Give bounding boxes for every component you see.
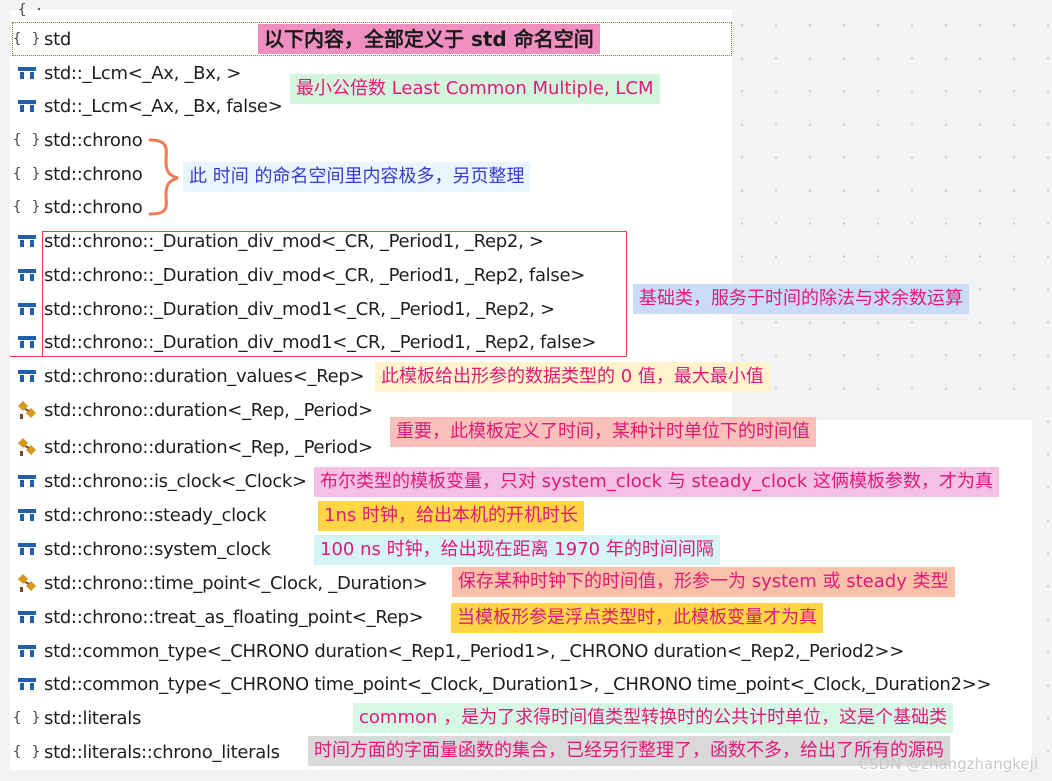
- tree-item[interactable]: { } std::chrono: [12, 190, 143, 224]
- note-time-point: 保存某种时钟下的时间值，形参一为 system 或 steady 类型: [452, 567, 955, 597]
- note-duration-values: 此模板给出形参的数据类型的 0 值，最大最小值: [375, 362, 770, 392]
- tree-item[interactable]: std::chrono::_Duration_div_mod<_CR, _Per…: [16, 258, 585, 292]
- tree-item[interactable]: std::_Lcm<_Ax, _Bx, false>: [16, 89, 283, 123]
- struct-icon: [16, 504, 38, 526]
- struct-icon: [16, 95, 38, 117]
- struct-icon: [16, 673, 38, 695]
- struct-icon: [16, 62, 38, 84]
- class-template-icon: [16, 572, 38, 594]
- tree-item-label: std::chrono::system_clock: [44, 538, 271, 560]
- note-duration-div-mod: 基础类，服务于时间的除法与求余数运算: [633, 284, 969, 314]
- tree-item-label: std::chrono::duration<_Rep, _Period>: [44, 436, 373, 458]
- namespace-icon: { }: [12, 199, 42, 215]
- tree-item[interactable]: std::chrono::is_clock<_Clock>: [16, 464, 307, 498]
- namespace-icon: { }: [12, 166, 42, 182]
- tree-item[interactable]: std::common_type<_CHRONO time_point<_Clo…: [16, 667, 992, 701]
- tree-item[interactable]: { } std::literals::chrono_literals: [12, 735, 280, 769]
- tree-item-label: std::chrono::treat_as_floating_point<_Re…: [44, 606, 424, 628]
- tree-item-label: std::chrono::steady_clock: [44, 504, 267, 526]
- tree-item-label: std::chrono: [44, 163, 143, 185]
- tree-item-label: std::chrono::_Duration_div_mod<_CR, _Per…: [44, 264, 586, 286]
- tree-item-label: std::common_type<_CHRONO duration<_Rep1,…: [44, 640, 904, 662]
- struct-icon: [16, 538, 38, 560]
- note-common-type: common ，是为了求得时间值类型转换时的公共计时单位，这是个基础类: [353, 703, 954, 733]
- tree-item-label: std::chrono::_Duration_div_mod1<_CR, _Pe…: [44, 331, 597, 353]
- struct-icon: [16, 230, 38, 252]
- tree-item[interactable]: std::chrono::treat_as_floating_point<_Re…: [16, 600, 424, 634]
- namespace-icon: { }: [12, 31, 42, 47]
- tree-item-label: std::chrono::is_clock<_Clock>: [44, 470, 307, 492]
- tree-item-label: std::chrono::duration<_Rep, _Period>: [44, 399, 373, 421]
- tree-item-label: std::chrono::_Duration_div_mod1<_CR, _Pe…: [44, 298, 555, 320]
- note-lcm: 最小公倍数 Least Common Multiple, LCM: [290, 74, 660, 104]
- struct-icon: [16, 365, 38, 387]
- tree-item[interactable]: { } std: [12, 22, 71, 56]
- tree-item-label: std::chrono: [44, 196, 143, 218]
- note-literals: 时间方面的字面量函数的集合，已经另行整理了，函数不多，给出了所有的源码: [308, 736, 950, 766]
- tree-item[interactable]: std::chrono::_Duration_div_mod1<_CR, _Pe…: [16, 292, 555, 326]
- tree-item[interactable]: { } std::chrono: [12, 157, 143, 191]
- namespace-icon: { }: [12, 710, 42, 726]
- tree-item-label: std::chrono: [44, 129, 143, 151]
- tree-item[interactable]: std::chrono::_Duration_div_mod<_CR, _Per…: [16, 224, 544, 258]
- tree-item-label: std::literals: [44, 707, 142, 729]
- tree-item-label: std::_Lcm<_Ax, _Bx, >: [44, 62, 242, 84]
- struct-icon: [16, 606, 38, 628]
- struct-icon: [16, 640, 38, 662]
- note-floating-point: 当模板形参是浮点类型时，此模板变量才为真: [451, 603, 823, 633]
- class-template-icon: [16, 436, 38, 458]
- tree-item[interactable]: std::_Lcm<_Ax, _Bx, >: [16, 56, 241, 90]
- watermark: CSDN @zhangzhangkeji: [858, 755, 1038, 773]
- note-chrono-namespace: 此 时间 的命名空间里内容极多，另页整理: [183, 162, 531, 192]
- note-duration: 重要，此模板定义了时间，某种计时单位下的时间值: [390, 417, 816, 447]
- namespace-icon: { }: [12, 132, 42, 148]
- struct-icon: [16, 264, 38, 286]
- tree-item[interactable]: std::chrono::duration<_Rep, _Period>: [16, 430, 373, 464]
- tree-item[interactable]: { } std::literals: [12, 701, 142, 735]
- tree-item-label: std::chrono::duration_values<_Rep>: [44, 365, 365, 387]
- clipped-previous-row: { ·: [18, 2, 44, 18]
- struct-icon: [16, 298, 38, 320]
- brace-annotation: [148, 138, 179, 216]
- tree-item-label: std::literals::chrono_literals: [44, 741, 280, 763]
- note-is-clock: 布尔类型的模板变量，只对 system_clock 与 steady_clock…: [314, 467, 1000, 497]
- tree-item-label: std::_Lcm<_Ax, _Bx, false>: [44, 95, 283, 117]
- tree-item-label: std::common_type<_CHRONO time_point<_Clo…: [44, 673, 992, 695]
- tree-item[interactable]: std::chrono::steady_clock: [16, 498, 267, 532]
- note-system-clock: 100 ns 时钟，给出现在距离 1970 年的时间间隔: [314, 535, 720, 565]
- tree-item-label: std::chrono::time_point<_Clock, _Duratio…: [44, 572, 428, 594]
- note-std-namespace: 以下内容，全部定义于 std 命名空间: [258, 24, 600, 54]
- struct-icon: [16, 331, 38, 353]
- tree-item[interactable]: std::chrono::system_clock: [16, 532, 271, 566]
- class-template-icon: [16, 399, 38, 421]
- tree-item[interactable]: std::common_type<_CHRONO duration<_Rep1,…: [16, 634, 904, 668]
- tree-item-label: std::chrono::_Duration_div_mod<_CR, _Per…: [44, 230, 544, 252]
- tree-item[interactable]: std::chrono::_Duration_div_mod1<_CR, _Pe…: [16, 325, 596, 359]
- tree-item[interactable]: { } std::chrono: [12, 123, 143, 157]
- tree-item[interactable]: std::chrono::duration<_Rep, _Period>: [16, 393, 373, 427]
- struct-icon: [16, 470, 38, 492]
- note-steady-clock: 1ns 时钟，给出本机的开机时长: [318, 501, 584, 531]
- tree-item[interactable]: std::chrono::duration_values<_Rep>: [16, 359, 365, 393]
- namespace-icon: { }: [12, 744, 42, 760]
- tree-item[interactable]: std::chrono::time_point<_Clock, _Duratio…: [16, 566, 428, 600]
- tree-item-label: std: [44, 28, 71, 50]
